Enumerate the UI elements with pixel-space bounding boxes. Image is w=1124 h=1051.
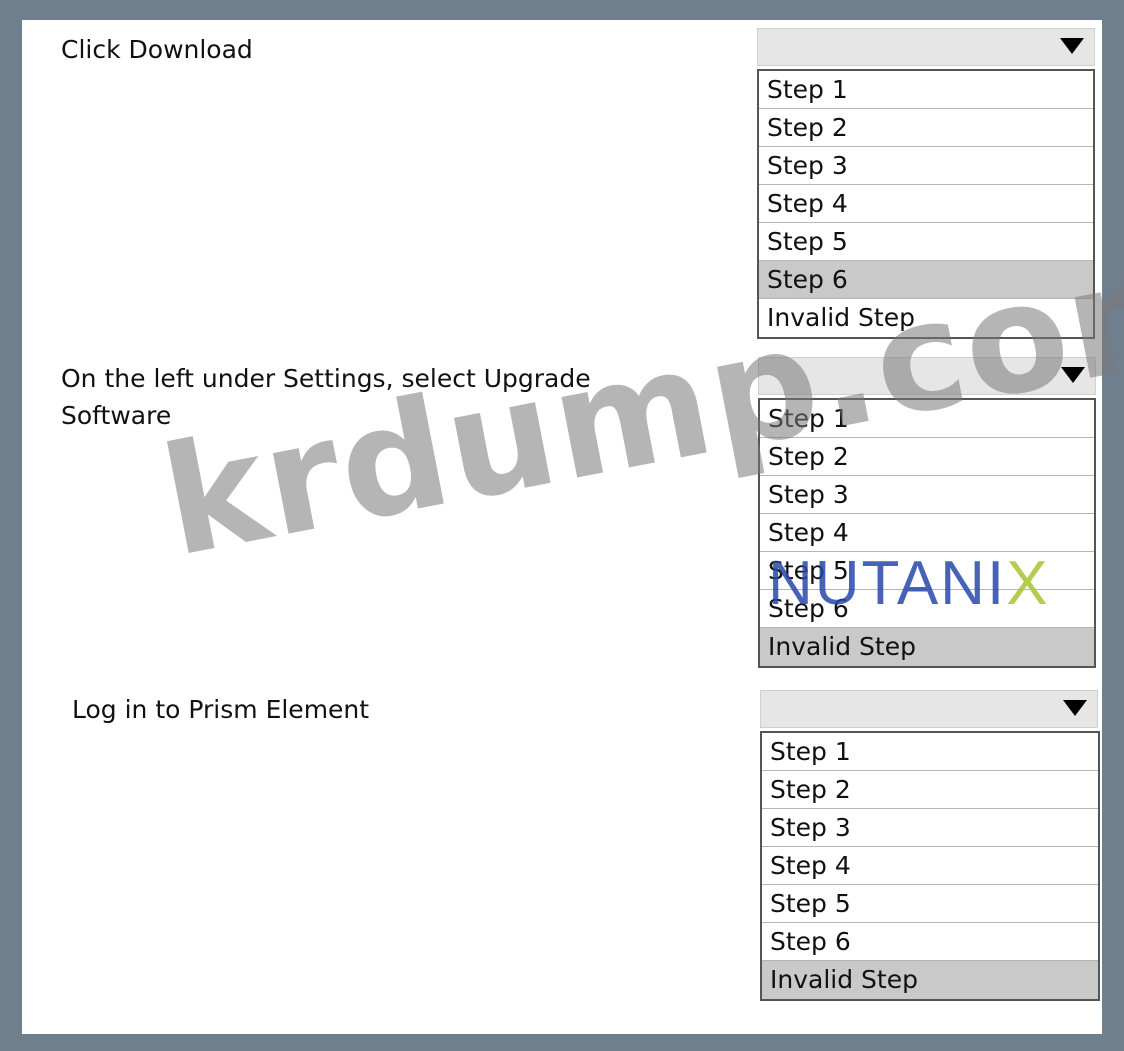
option-step-3[interactable]: Step 3	[762, 809, 1098, 847]
option-step-1[interactable]: Step 1	[760, 400, 1094, 438]
option-step-5[interactable]: Step 5	[759, 223, 1093, 261]
step-dropdown-2[interactable]	[758, 357, 1096, 395]
option-invalid-step[interactable]: Invalid Step	[760, 628, 1094, 666]
option-step-3[interactable]: Step 3	[760, 476, 1094, 514]
option-step-1[interactable]: Step 1	[759, 71, 1093, 109]
option-step-5[interactable]: Step 5	[760, 552, 1094, 590]
prompt-upgrade-software-line1: On the left under Settings, select Upgra…	[61, 364, 591, 393]
option-step-2[interactable]: Step 2	[759, 109, 1093, 147]
prompt-upgrade-software-line2: Software	[61, 401, 172, 430]
option-step-5[interactable]: Step 5	[762, 885, 1098, 923]
chevron-down-icon[interactable]	[1061, 367, 1085, 383]
prompt-click-download: Click Download	[61, 35, 253, 64]
chevron-down-icon[interactable]	[1060, 38, 1084, 54]
option-step-6[interactable]: Step 6	[759, 261, 1093, 299]
step-dropdown-1[interactable]	[757, 28, 1095, 66]
step-dropdown-3[interactable]	[760, 690, 1098, 728]
option-invalid-step[interactable]: Invalid Step	[762, 961, 1098, 999]
step-option-list-2: Step 1 Step 2 Step 3 Step 4 Step 5 Step …	[758, 398, 1096, 668]
step-option-list-3: Step 1 Step 2 Step 3 Step 4 Step 5 Step …	[760, 731, 1100, 1001]
option-step-4[interactable]: Step 4	[762, 847, 1098, 885]
option-step-6[interactable]: Step 6	[762, 923, 1098, 961]
prompt-log-in-prism-element: Log in to Prism Element	[72, 695, 370, 724]
option-step-3[interactable]: Step 3	[759, 147, 1093, 185]
option-invalid-step[interactable]: Invalid Step	[759, 299, 1093, 337]
chevron-down-icon[interactable]	[1063, 700, 1087, 716]
step-option-list-1: Step 1 Step 2 Step 3 Step 4 Step 5 Step …	[757, 69, 1095, 339]
option-step-6[interactable]: Step 6	[760, 590, 1094, 628]
option-step-2[interactable]: Step 2	[762, 771, 1098, 809]
option-step-4[interactable]: Step 4	[760, 514, 1094, 552]
option-step-1[interactable]: Step 1	[762, 733, 1098, 771]
option-step-4[interactable]: Step 4	[759, 185, 1093, 223]
option-step-2[interactable]: Step 2	[760, 438, 1094, 476]
